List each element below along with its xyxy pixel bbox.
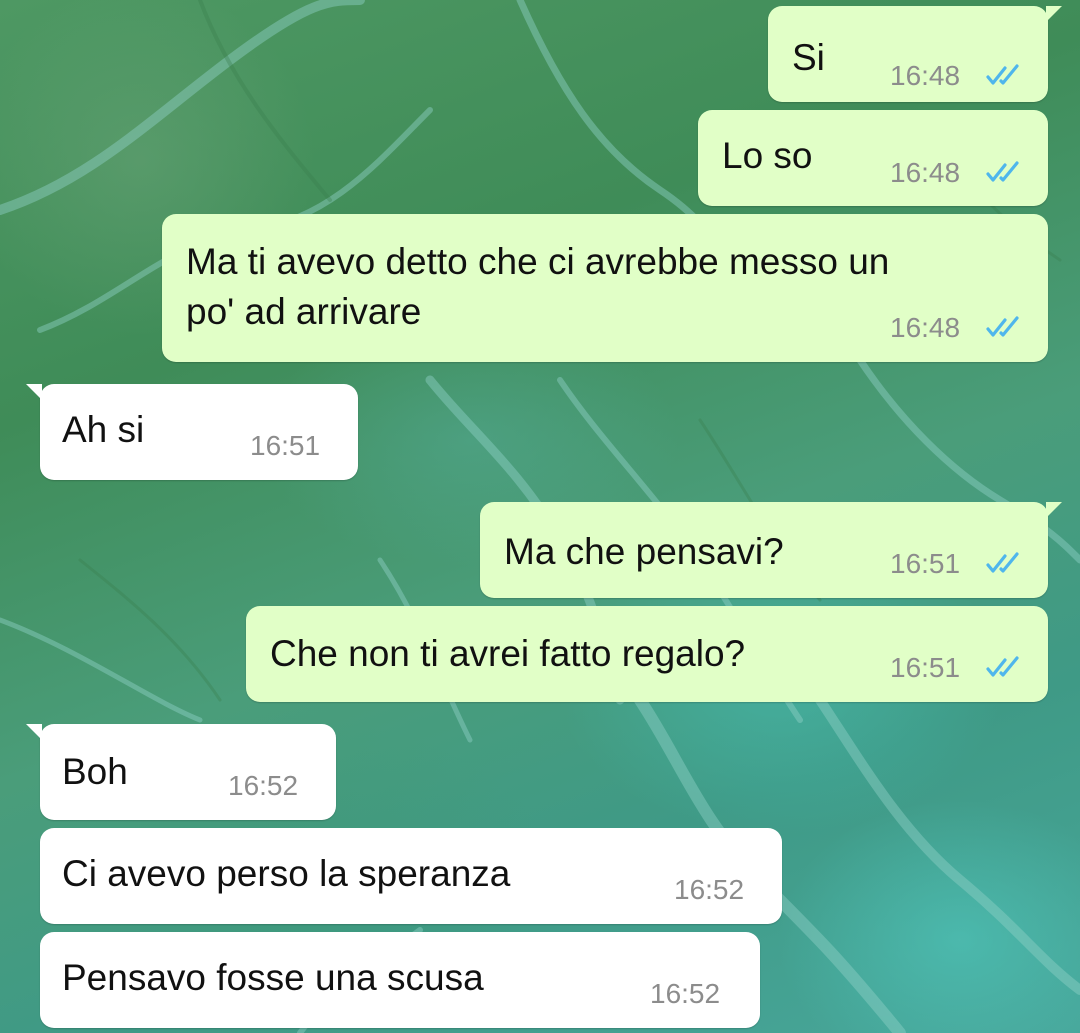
message-text: Boh (62, 751, 128, 792)
bubble-tail (1046, 502, 1062, 518)
message-text: Che non ti avrei fatto regalo? (270, 633, 746, 674)
message-time: 16:52 (650, 978, 721, 1009)
message-bubble[interactable]: Boh 16:52 (26, 724, 336, 820)
message-bubble[interactable]: Pensavo fosse una scusa 16:52 (40, 932, 760, 1028)
bubble-tail (26, 724, 42, 740)
message-bubble[interactable]: Ma che pensavi? 16:51 (480, 502, 1062, 598)
bubble-tail (26, 384, 42, 400)
message-bubble[interactable]: Ci avevo perso la speranza 16:52 (40, 828, 782, 924)
message-bubble[interactable]: Che non ti avrei fatto regalo? 16:51 (246, 606, 1048, 702)
message-time: 16:52 (674, 874, 745, 905)
double-check-read-icon (986, 316, 1019, 337)
message-bubble[interactable]: Lo so 16:48 (698, 110, 1048, 206)
message-time: 16:48 (890, 60, 961, 91)
message-time: 16:51 (250, 430, 321, 461)
double-check-read-icon (986, 64, 1019, 85)
message-text: Ah si (62, 409, 145, 450)
message-text: po' ad arrivare (186, 291, 422, 332)
double-check-read-icon (986, 552, 1019, 573)
message-time: 16:51 (890, 548, 961, 579)
double-check-read-icon (986, 161, 1019, 182)
message-time: 16:52 (228, 770, 299, 801)
message-text: Lo so (722, 135, 813, 176)
message-bubble[interactable]: Ah si 16:51 (26, 384, 358, 480)
message-text: Ci avevo perso la speranza (62, 853, 511, 894)
message-time: 16:51 (890, 652, 961, 683)
message-text: Ma ti avevo detto che ci avrebbe messo u… (186, 241, 890, 282)
message-time: 16:48 (890, 312, 961, 343)
message-bubble[interactable]: Ma ti avevo detto che ci avrebbe messo u… (162, 214, 1048, 362)
message-text: Si (792, 37, 825, 78)
bubble-tail (1046, 6, 1062, 22)
double-check-read-icon (986, 656, 1019, 677)
message-text: Pensavo fosse una scusa (62, 957, 484, 998)
message-bubble[interactable]: Si 16:48 (768, 6, 1062, 102)
message-text: Ma che pensavi? (504, 531, 784, 572)
message-time: 16:48 (890, 157, 961, 188)
